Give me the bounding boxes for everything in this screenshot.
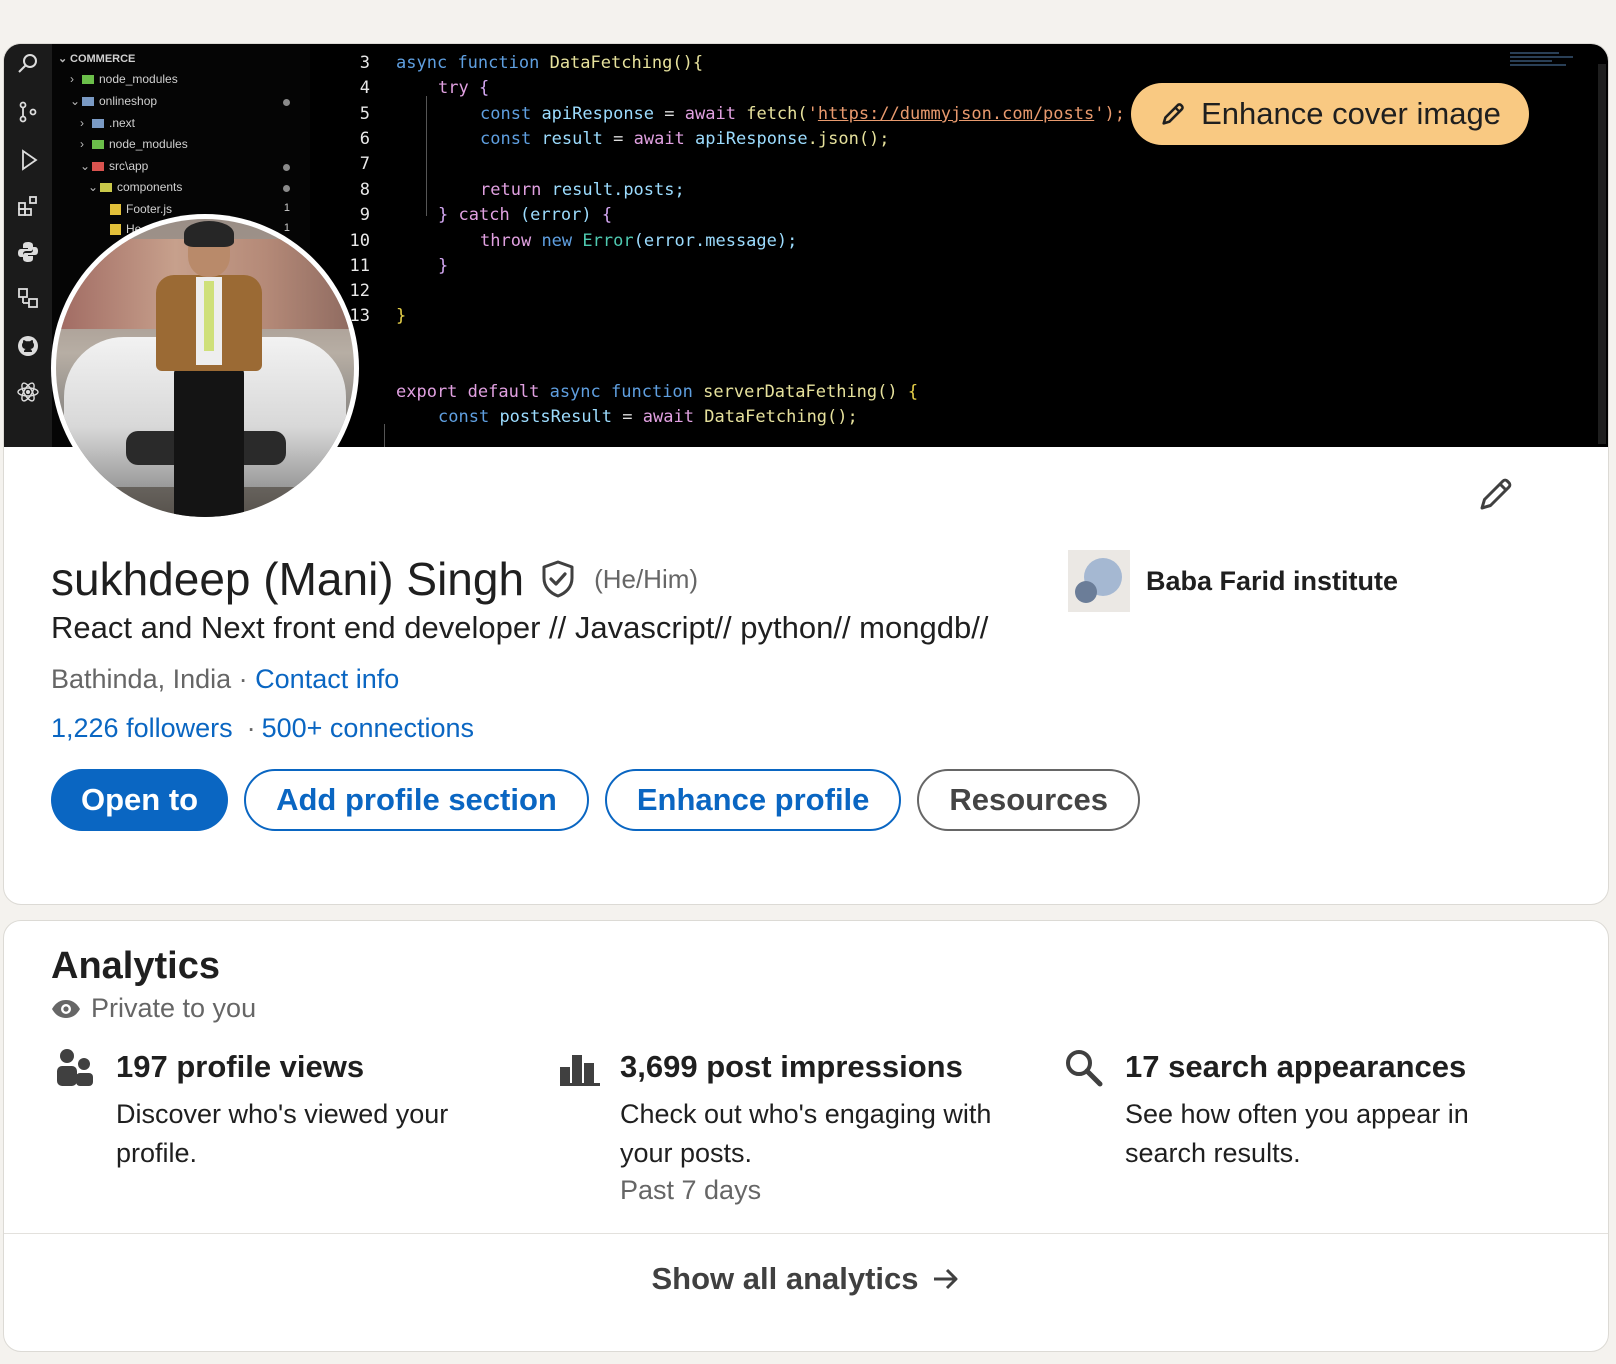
location: Bathinda, India — [51, 664, 232, 694]
profile-actions: Open to Add profile section Enhance prof… — [51, 769, 1140, 831]
enhance-cover-label: Enhance cover image — [1201, 96, 1501, 131]
analytics-title: Analytics — [51, 945, 220, 987]
people-icon — [54, 1047, 96, 1089]
line-number: 3 — [359, 53, 370, 73]
metric-description: See how often you appear in search resul… — [1125, 1099, 1469, 1168]
code-line: const result = await apiResponse.json(); — [480, 129, 890, 149]
pencil-icon — [1162, 103, 1184, 125]
tree-item: ⌄ src\app — [80, 159, 290, 173]
metric-title[interactable]: 17 search appearances — [1125, 1049, 1466, 1085]
show-all-label: Show all analytics — [651, 1261, 919, 1296]
react-icon — [16, 380, 40, 404]
bar-chart-icon — [558, 1047, 600, 1089]
arrow-right-icon — [933, 1268, 958, 1290]
line-number: 8 — [359, 180, 370, 200]
location-row: Bathinda, India · Contact info — [51, 664, 399, 695]
privacy-label: Private to you — [91, 993, 257, 1023]
verified-shield-icon[interactable] — [538, 559, 578, 599]
code-line: } — [396, 306, 407, 326]
github-icon — [16, 334, 40, 358]
tree-item: ⌄ components — [88, 180, 290, 194]
line-number: 9 — [359, 205, 370, 225]
code-line: } catch (error) { — [438, 205, 613, 225]
code-line: } — [438, 256, 449, 276]
metric-description: Check out who's engaging with your posts… — [620, 1099, 992, 1168]
privacy-note: Private to you — [51, 993, 256, 1024]
eye-icon — [52, 999, 80, 1018]
edit-intro-button[interactable] — [1476, 474, 1516, 514]
metric-title[interactable]: 3,699 post impressions — [620, 1049, 963, 1085]
profile-name-row: sukhdeep (Mani) Singh (He/Him) — [51, 552, 698, 606]
pronouns: (He/Him) — [594, 563, 699, 594]
metric-description: Discover who's viewed your profile. — [116, 1099, 449, 1168]
line-number: 7 — [359, 154, 370, 174]
tree-item: › node_modules — [80, 137, 188, 151]
institute-name: Baba Farid institute — [1146, 565, 1399, 596]
tree-item: ⌄ onlineshop — [70, 94, 290, 108]
profile-card: ⌄ COMMERCE › node_modules ⌄ onlineshop › .ne… — [3, 43, 1609, 905]
connections-link[interactable]: 500+ connections — [262, 713, 474, 743]
editor-minimap — [1510, 50, 1580, 90]
code-line: const postsResult = await DataFetching()… — [438, 407, 858, 427]
code-line: throw new Error(error.message); — [480, 231, 798, 251]
add-profile-section-button[interactable]: Add profile section — [244, 769, 589, 831]
search-icon — [16, 52, 40, 76]
line-number: 5 — [359, 104, 370, 124]
followers-link[interactable]: 1,226 followers — [51, 713, 233, 743]
explorer-root: ⌄ COMMERCE — [58, 53, 136, 65]
extensions-icon — [16, 194, 40, 218]
search-icon — [1063, 1047, 1105, 1089]
code-line: async function DataFetching(){ — [396, 53, 704, 73]
enhance-profile-button[interactable]: Enhance profile — [604, 769, 902, 831]
tree-item: › node_modules — [70, 72, 178, 86]
editor-activity-bar — [4, 44, 52, 447]
line-number: 6 — [359, 129, 370, 149]
tree-item: › .next — [80, 116, 136, 130]
profile-photo-image — [56, 219, 354, 517]
indent-guide — [426, 96, 427, 216]
resources-button[interactable]: Resources — [917, 769, 1140, 831]
profile-photo[interactable] — [51, 214, 359, 522]
line-number: 4 — [359, 78, 370, 98]
code-line: export default async function serverData… — [396, 382, 919, 402]
source-control-icon — [16, 100, 40, 124]
editor-scrollbar — [1598, 64, 1606, 444]
analytics-card: Analytics Private to you 197 profile vie… — [3, 920, 1609, 1352]
python-icon — [16, 240, 40, 264]
institute-logo — [1068, 550, 1130, 612]
pencil-icon — [1480, 478, 1512, 510]
open-to-button[interactable]: Open to — [51, 769, 229, 831]
education-link[interactable]: Baba Farid institute — [1068, 550, 1398, 612]
contact-info-link[interactable]: Contact info — [255, 664, 399, 694]
metric-period: Past 7 days — [620, 1175, 762, 1205]
code-line: try { — [438, 78, 490, 98]
profile-name: sukhdeep (Mani) Singh — [51, 553, 525, 605]
separator: · — [238, 664, 248, 694]
separator: · — [246, 713, 256, 743]
network-row: 1,226 followers · 500+ connections — [51, 713, 474, 744]
indent-guide — [384, 424, 385, 447]
metric-title[interactable]: 197 profile views — [116, 1049, 364, 1085]
code-line: const apiResponse = await fetch('https:/… — [480, 104, 1125, 124]
enhance-cover-image-button[interactable]: Enhance cover image — [1131, 83, 1529, 145]
remote-explorer-icon — [16, 286, 40, 310]
profile-headline: React and Next front end developer // Ja… — [51, 610, 989, 645]
show-all-analytics-button[interactable]: Show all analytics — [4, 1234, 1608, 1324]
code-line: return result.posts; — [480, 180, 685, 200]
run-debug-icon — [16, 148, 40, 172]
